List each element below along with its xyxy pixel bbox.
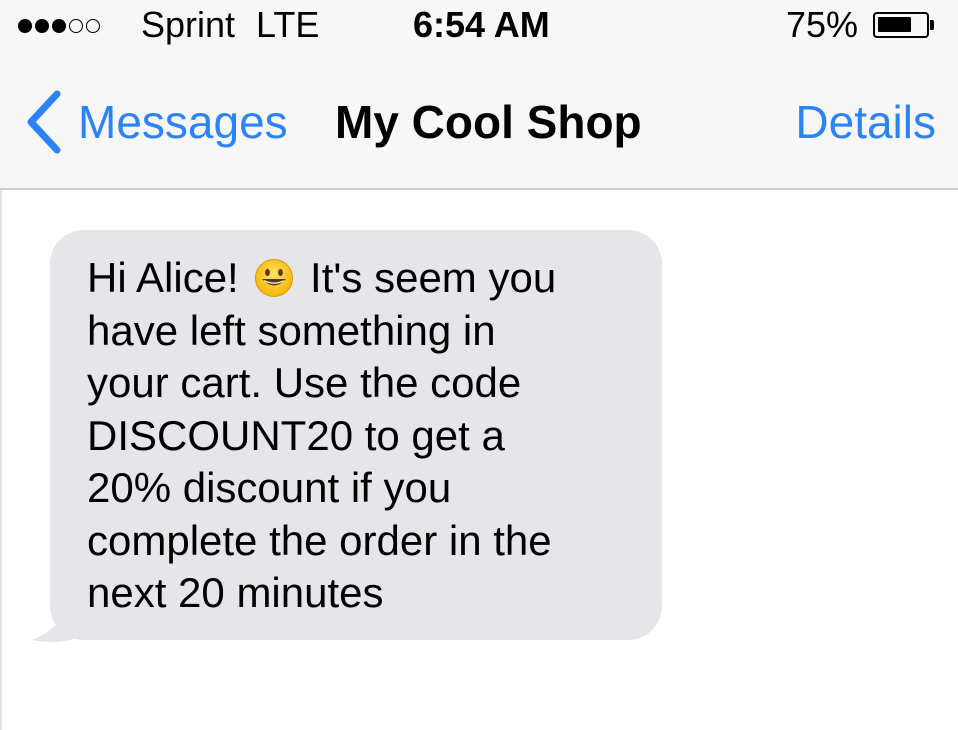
signal-dot [52,19,66,33]
battery-nub [930,20,934,30]
battery-icon [873,12,935,38]
battery-percentage: 75% [786,4,859,45]
incoming-message[interactable]: Hi Alice! It's seem you have left someth… [30,230,670,650]
top-bar: Sprint LTE 6:54 AM 75% Messages My Cool … [0,0,958,190]
message-text-start: Hi Alice! [87,254,251,301]
signal-dot [69,19,83,33]
grinning-face-icon [255,259,294,297]
back-button-label: Messages [78,96,288,148]
message-text: Hi Alice! It's seem you have left someth… [87,252,647,620]
battery-fill [878,17,911,32]
battery-body [873,12,929,38]
conversation-title: My Cool Shop [335,96,642,148]
signal-dot [35,19,49,33]
status-time: 6:54 AM [413,4,550,45]
carrier-name: Sprint [141,4,236,45]
back-button[interactable]: Messages [24,90,288,154]
details-button[interactable]: Details [795,90,936,154]
network-type: LTE [256,4,320,45]
signal-strength-icon [18,17,103,35]
status-bar: Sprint LTE 6:54 AM 75% [0,0,958,52]
message-text-rest: It's seem you have left something in you… [87,254,557,616]
signal-dot [86,19,100,33]
chevron-left-icon [27,90,61,154]
signal-dot [18,19,32,33]
navigation-bar: Messages My Cool Shop Details [0,70,958,180]
messages-screen: Sprint LTE 6:54 AM 75% Messages My Cool … [0,0,958,730]
left-edge-divider [0,190,2,730]
